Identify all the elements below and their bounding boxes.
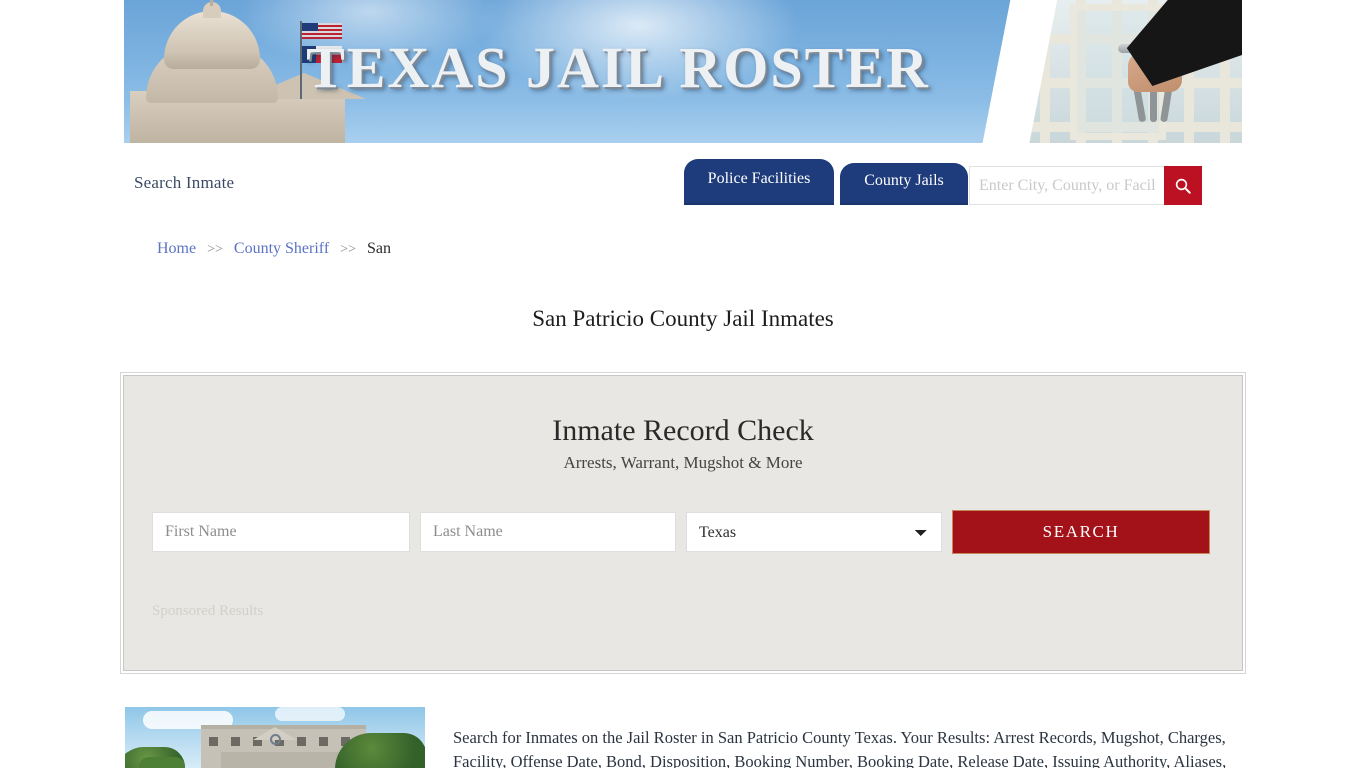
search-submit-button[interactable]	[1164, 166, 1202, 205]
search-icon	[1175, 178, 1191, 194]
last-name-input[interactable]	[420, 512, 676, 552]
page-title: San Patricio County Jail Inmates	[532, 306, 834, 332]
county-courthouse-photo[interactable]	[125, 707, 425, 768]
tab-county-jails[interactable]: County Jails	[840, 163, 968, 205]
site-brand[interactable]: Search Inmate	[134, 173, 234, 193]
inmate-record-check-panel: Inmate Record Check Arrests, Warrant, Mu…	[120, 372, 1246, 674]
breadcrumb: Home >> County Sheriff >> San	[157, 240, 391, 258]
breadcrumb-item-county-sheriff[interactable]: County Sheriff	[234, 240, 329, 257]
search-records-button[interactable]: SEARCH	[952, 510, 1210, 554]
clock-icon	[270, 734, 281, 745]
site-banner: TEXAS JAIL ROSTER	[124, 0, 1242, 143]
breadcrumb-separator: >>	[207, 242, 223, 257]
panel-subheading: Arrests, Warrant, Mugshot & More	[563, 453, 803, 472]
state-select[interactable]: Texas	[686, 512, 942, 552]
sponsored-results-label: Sponsored Results	[152, 603, 264, 619]
inmate-search-form: Texas SEARCH	[152, 510, 1216, 554]
page-root: TEXAS JAIL ROSTER Search Inmate Police F…	[0, 0, 1366, 768]
search-input[interactable]	[969, 166, 1164, 205]
breadcrumb-item-current: San	[366, 240, 391, 257]
breadcrumb-separator: >>	[340, 242, 356, 257]
description-paragraph: Search for Inmates on the Jail Roster in…	[453, 727, 1227, 768]
banner-title: TEXAS JAIL ROSTER	[306, 35, 930, 100]
panel-heading: Inmate Record Check	[552, 414, 814, 447]
breadcrumb-item-home[interactable]: Home	[157, 240, 196, 257]
navbar: Search Inmate Police Facilities County J…	[124, 152, 1242, 214]
tab-police-facilities[interactable]: Police Facilities	[684, 159, 834, 205]
first-name-input[interactable]	[152, 512, 410, 552]
facility-search	[969, 166, 1202, 205]
